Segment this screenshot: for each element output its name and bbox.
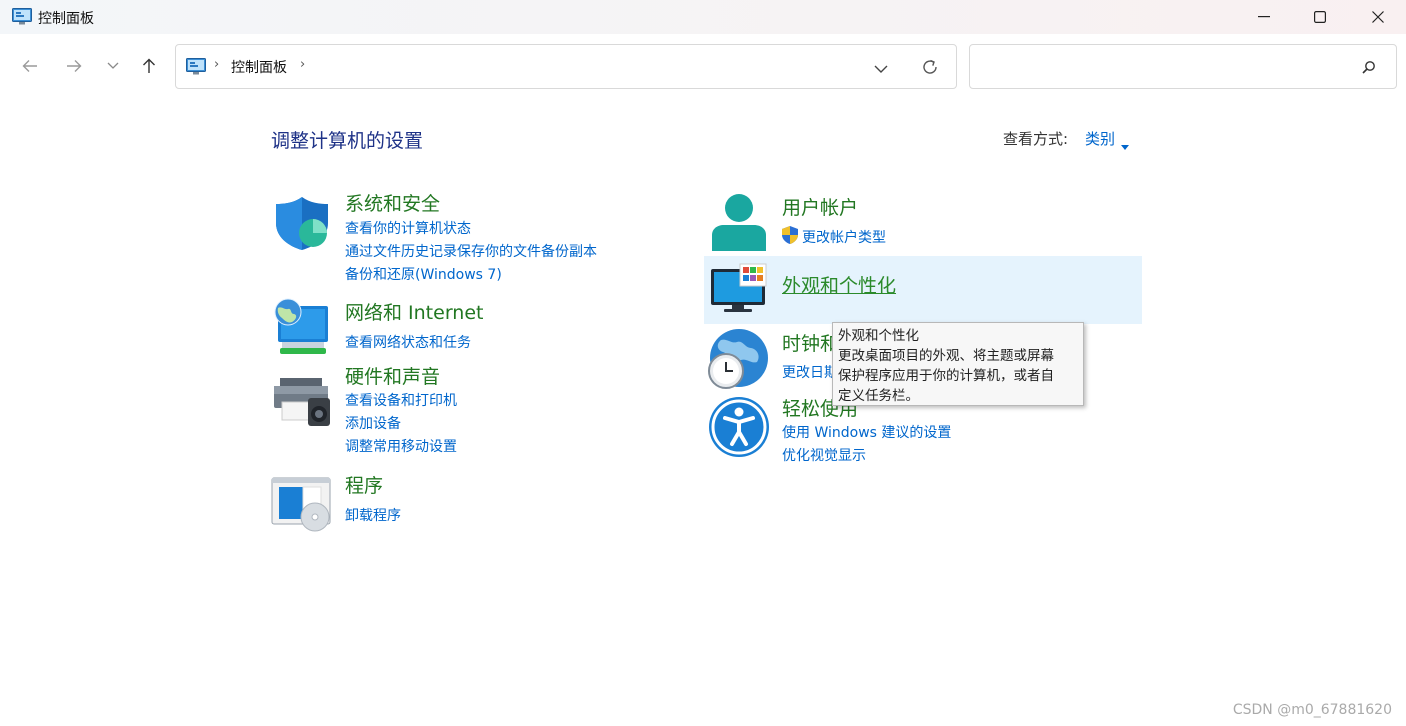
uac-shield-icon [780, 225, 800, 249]
link-backup-restore[interactable]: 备份和还原(Windows 7) [345, 264, 502, 284]
category-title-hardware[interactable]: 硬件和声音 [345, 362, 440, 389]
category-title-programs[interactable]: 程序 [345, 471, 383, 498]
control-panel-icon [12, 8, 32, 25]
minimize-button[interactable] [1236, 0, 1292, 34]
tooltip-line: 保护程序应用于你的计算机，或者自 [838, 368, 1054, 384]
back-button[interactable] [16, 52, 44, 80]
window-title: 控制面板 [38, 11, 94, 27]
link-view-computer-status[interactable]: 查看你的计算机状态 [345, 218, 471, 238]
breadcrumb-separator-icon[interactable]: › [214, 57, 219, 72]
user-account-icon[interactable] [710, 193, 768, 257]
tooltip: 外观和个性化 更改桌面项目的外观、将主题或屏幕 保护程序应用于你的计算机，或者自… [832, 322, 1084, 406]
programs-icon[interactable] [271, 477, 333, 537]
link-recommended-settings[interactable]: 使用 Windows 建议的设置 [782, 422, 951, 442]
arrow-right-icon [67, 60, 82, 72]
control-panel-icon [186, 58, 206, 79]
link-add-device[interactable]: 添加设备 [345, 413, 401, 433]
maximize-button[interactable] [1292, 0, 1348, 34]
link-optimize-display[interactable]: 优化视觉显示 [782, 445, 866, 465]
close-button[interactable] [1350, 0, 1406, 34]
link-uninstall-program[interactable]: 卸载程序 [345, 505, 401, 525]
maximize-icon [1314, 11, 1326, 23]
link-change-account-type[interactable]: 更改帐户类型 [802, 227, 886, 247]
recent-locations-button[interactable] [99, 52, 127, 80]
link-change-date[interactable]: 更改日期 [782, 362, 838, 382]
caret-down-icon[interactable] [1121, 135, 1129, 154]
category-title-appearance[interactable]: 外观和个性化 [782, 271, 896, 298]
up-button[interactable] [135, 52, 163, 80]
link-devices-printers[interactable]: 查看设备和打印机 [345, 390, 457, 410]
printer-speaker-icon[interactable] [272, 376, 332, 432]
category-title-network[interactable]: 网络和 Internet [345, 298, 483, 325]
address-dropdown-button[interactable] [874, 59, 888, 78]
category-title-clock-region[interactable]: 时钟和 [782, 329, 839, 356]
arrow-left-icon [22, 60, 37, 72]
refresh-button[interactable] [920, 57, 940, 81]
tooltip-line: 更改桌面项目的外观、将主题或屏幕 [838, 348, 1054, 364]
tooltip-title: 外观和个性化 [838, 328, 919, 344]
tooltip-line: 定义任务栏。 [838, 388, 919, 404]
address-bar[interactable]: › 控制面板 › [175, 44, 957, 89]
chevron-down-icon [107, 62, 119, 69]
accessibility-icon[interactable] [708, 396, 770, 462]
view-by-dropdown[interactable]: 类别 [1085, 128, 1115, 149]
network-globe-icon[interactable] [272, 298, 332, 360]
category-title-system-security[interactable]: 系统和安全 [345, 189, 440, 216]
breadcrumb-control-panel[interactable]: 控制面板 [231, 57, 287, 77]
appearance-hover-highlight[interactable] [704, 256, 1142, 324]
title-bar: 控制面板 [0, 0, 1406, 34]
view-by-label: 查看方式: [1003, 130, 1069, 148]
refresh-icon [923, 59, 937, 74]
search-input[interactable] [980, 55, 1350, 79]
search-box[interactable] [969, 44, 1397, 89]
link-mobility-settings[interactable]: 调整常用移动设置 [345, 436, 457, 456]
minimize-icon [1258, 16, 1270, 18]
monitor-personalize-icon[interactable] [710, 263, 768, 319]
watermark: CSDN @m0_67881620 [1232, 702, 1392, 718]
chevron-down-icon [874, 65, 888, 73]
breadcrumb-separator-icon[interactable]: › [300, 57, 305, 72]
category-title-user-accounts[interactable]: 用户帐户 [782, 193, 858, 220]
shield-icon[interactable] [272, 195, 332, 255]
link-file-history[interactable]: 通过文件历史记录保存你的文件备份副本 [345, 241, 597, 261]
page-title: 调整计算机的设置 [271, 130, 424, 152]
close-icon [1372, 11, 1384, 23]
link-network-status[interactable]: 查看网络状态和任务 [345, 332, 471, 352]
navigation-bar: › 控制面板 › [0, 34, 1406, 98]
clock-globe-icon[interactable] [707, 328, 769, 394]
forward-button[interactable] [60, 52, 88, 80]
search-icon[interactable] [1362, 59, 1376, 78]
arrow-up-icon [143, 58, 155, 73]
